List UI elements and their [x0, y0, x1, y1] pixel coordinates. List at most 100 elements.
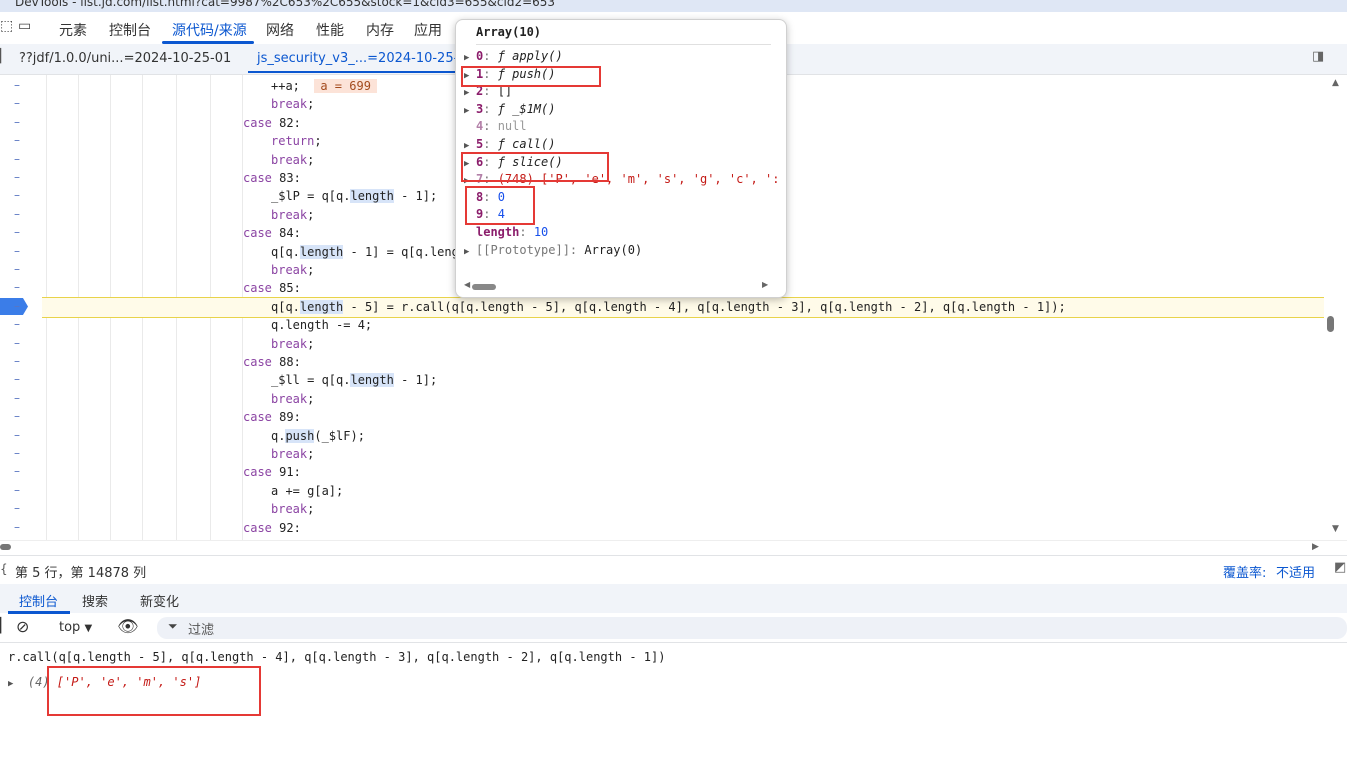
device-toolbar-icon[interactable]: ▭ — [18, 18, 31, 34]
cursor-position: 第 5 行，第 14878 列 — [15, 566, 147, 581]
code-text: ; — [307, 152, 315, 167]
tab-performance[interactable]: 性能 — [316, 20, 344, 40]
gutter-line-marker[interactable]: – — [14, 501, 20, 515]
window-title: DevTools - list.jd.com/list.html?cat=998… — [15, 0, 556, 9]
expand-triangle-icon[interactable]: ▶ — [464, 244, 476, 261]
gutter-line-marker[interactable]: – — [14, 207, 20, 221]
code-text: ; — [307, 263, 315, 277]
file-tab-jdf[interactable]: ??jdf/1.0.0/uni...=2024-10-25-01 — [19, 51, 231, 66]
editor-horizontal-scrollbar[interactable]: ▶ — [0, 540, 1347, 555]
context-selector[interactable]: top ▼ — [59, 620, 92, 635]
gutter-line-marker[interactable]: – — [14, 133, 20, 147]
popover-row[interactable]: ▶ [[Prototype]]: Array(0) — [464, 242, 642, 261]
code-line: case 89: — [243, 408, 301, 426]
gutter-line-marker[interactable]: – — [14, 96, 20, 110]
scroll-down-icon[interactable]: ▼ — [1332, 524, 1339, 534]
code-line: case 91: — [243, 463, 301, 481]
key-separator: : — [483, 49, 498, 63]
gutter-line-marker[interactable]: – — [14, 483, 20, 497]
clear-console-icon[interactable]: ⊘ — [16, 617, 29, 636]
filter-icon: ⏷ — [168, 619, 178, 633]
sidebar-toggle-icon[interactable]: ◨ — [1312, 49, 1324, 64]
scroll-up-icon[interactable]: ▲ — [1332, 78, 1339, 88]
gutter-line-marker[interactable]: – — [14, 152, 20, 166]
popover-row[interactable]: ▶ 3: ƒ _$1M() — [464, 101, 555, 120]
gutter-line-marker[interactable]: – — [14, 115, 20, 129]
gutter-line-marker[interactable]: – — [14, 391, 20, 405]
expand-result-icon[interactable]: ▶ — [8, 679, 13, 689]
gutter-line-marker[interactable]: – — [14, 78, 20, 92]
popover-row: 4: null — [464, 118, 527, 137]
gutter-line-marker[interactable]: – — [14, 446, 20, 460]
filter-placeholder: 过滤 — [188, 623, 215, 638]
console-filter-input[interactable]: ⏷ 过滤 — [157, 617, 1347, 639]
matched-token-highlight: length — [350, 189, 394, 204]
format-icon[interactable]: { — [0, 562, 8, 576]
drawer-tab-console[interactable]: 控制台 — [19, 591, 58, 610]
matched-token-highlight: length — [350, 373, 394, 388]
code-text: ++a; — [271, 79, 300, 93]
tab-application[interactable]: 应用 — [414, 20, 442, 40]
popover-row[interactable]: ▶ 0: ƒ apply() — [464, 48, 563, 67]
editor-vertical-scrollbar[interactable]: ▲ ▼ — [1328, 75, 1347, 540]
gutter-line-marker[interactable]: – — [14, 464, 20, 478]
navigator-toggle-icon[interactable]: ▏ — [0, 49, 10, 64]
gutter-line-marker[interactable]: – — [14, 299, 20, 313]
tab-sources[interactable]: 源代码/来源 — [172, 20, 247, 40]
code-text: q.length -= 4; — [271, 318, 373, 333]
gutter-line-marker[interactable]: – — [14, 262, 20, 276]
gutter-line-marker[interactable]: – — [14, 372, 20, 386]
gutter-line-marker[interactable]: – — [14, 317, 20, 331]
popover-scroll-thumb[interactable] — [472, 284, 496, 290]
editor-horizontal-scroll-thumb[interactable] — [0, 544, 11, 550]
expand-triangle-icon[interactable]: ▶ — [464, 50, 476, 67]
gutter-line-marker[interactable]: – — [14, 244, 20, 258]
code-text: 85: — [271, 281, 301, 296]
scroll-right-icon[interactable]: ▶ — [762, 280, 768, 289]
coverage-value: 不适用 — [1276, 566, 1316, 581]
popover-divider — [476, 44, 771, 45]
coverage-label: 覆盖率: — [1223, 566, 1267, 581]
popover-title: Array(10) — [476, 25, 542, 39]
scroll-left-icon[interactable]: ◀ — [464, 280, 470, 289]
gutter-line-marker[interactable]: – — [14, 354, 20, 368]
sidebar-toggle-icon[interactable]: ▏ — [0, 618, 11, 634]
gutter-line-marker[interactable]: – — [14, 409, 20, 423]
drawer-tab-search[interactable]: 搜索 — [82, 591, 108, 610]
code-line: _$ll = q[q.length - 1]; — [271, 371, 437, 389]
coverage-panel-icon[interactable]: ◩ — [1334, 560, 1346, 575]
live-expression-icon[interactable]: 👁 — [117, 617, 139, 637]
scroll-right-icon[interactable]: ▶ — [1312, 542, 1319, 552]
editor-vertical-scroll-thumb[interactable] — [1327, 316, 1334, 332]
gutter-line-marker[interactable]: – — [14, 280, 20, 294]
code-keyword: break — [271, 207, 308, 222]
gutter-line-marker[interactable]: – — [14, 188, 20, 202]
code-keyword: case — [243, 410, 272, 425]
drawer-tabs: 控制台 搜索 新变化 — [0, 584, 1347, 613]
gutter-line-marker[interactable]: – — [14, 336, 20, 350]
tab-network[interactable]: 网络 — [266, 20, 294, 40]
property-key: [[Prototype]] — [476, 242, 570, 257]
code-keyword: case — [243, 281, 272, 296]
gutter-line-marker[interactable]: – — [14, 170, 20, 184]
gutter-line-marker[interactable]: – — [14, 428, 20, 442]
gutter-line-marker[interactable]: – — [14, 225, 20, 239]
tab-elements[interactable]: 元素 — [59, 20, 87, 40]
inspect-element-icon[interactable]: ⬚ — [0, 18, 13, 34]
code-text: ; — [307, 336, 315, 351]
code-keyword: case — [243, 115, 272, 130]
popover-horizontal-scrollbar[interactable]: ◀ ▶ — [464, 280, 772, 292]
tab-console[interactable]: 控制台 — [109, 20, 151, 40]
code-line: q.length -= 4; — [271, 316, 372, 334]
tab-memory[interactable]: 内存 — [366, 20, 394, 40]
expand-triangle-icon[interactable]: ▶ — [464, 103, 476, 120]
key-separator: : — [569, 242, 585, 257]
drawer-tab-changes[interactable]: 新变化 — [140, 591, 179, 610]
code-keyword: break — [271, 391, 308, 406]
file-tab-js-security[interactable]: js_security_v3_...=2024-10-25-0 — [257, 51, 467, 66]
code-line: _$lP = q[q.length - 1]; — [271, 187, 437, 205]
expand-triangle-icon[interactable]: ▶ — [464, 85, 476, 102]
code-text: ; — [307, 97, 315, 112]
gutter-line-marker[interactable]: – — [14, 520, 20, 534]
code-text: 92: — [271, 520, 301, 535]
